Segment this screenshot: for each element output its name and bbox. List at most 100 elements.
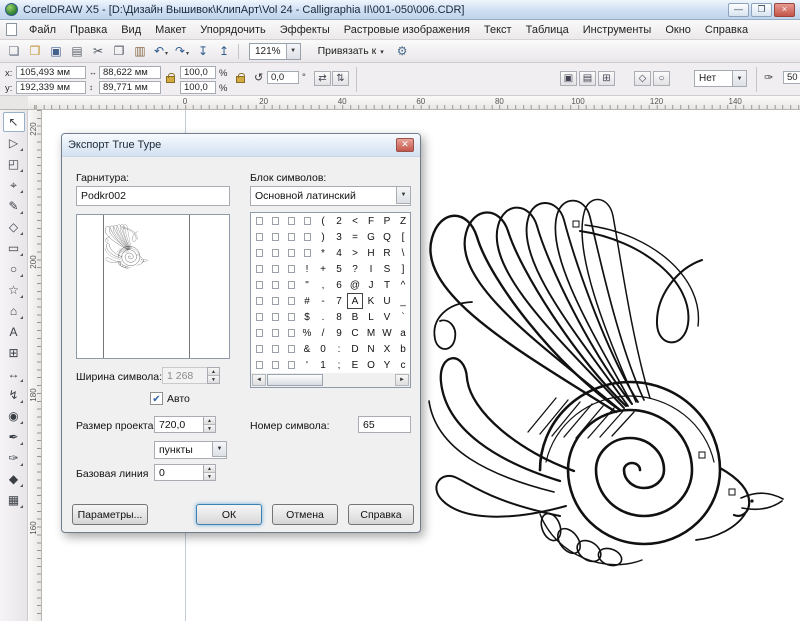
mirror-vertical-button[interactable]: ⇅ xyxy=(332,71,349,86)
char-cell[interactable] xyxy=(283,341,299,357)
propbar-icon[interactable]: ▤ xyxy=(579,71,596,86)
char-cell[interactable] xyxy=(251,325,267,341)
new-document-icon[interactable]: ❏ xyxy=(4,42,24,60)
char-cell[interactable]: O xyxy=(363,357,379,373)
y-position-field[interactable]: 192,339 мм xyxy=(16,81,86,94)
ellipse-tool-icon[interactable]: ○ xyxy=(3,259,25,279)
scroll-thumb[interactable] xyxy=(267,374,323,386)
char-cell[interactable]: U xyxy=(379,293,395,309)
menu-item[interactable]: Окно xyxy=(658,22,698,38)
snap-to-dropdown[interactable]: Привязать к xyxy=(315,44,387,58)
shape-tool-icon[interactable]: ▷ xyxy=(3,133,25,153)
char-cell[interactable]: L xyxy=(363,309,379,325)
char-cell[interactable]: " xyxy=(299,277,315,293)
char-cell[interactable]: ] xyxy=(395,261,411,277)
char-cell[interactable] xyxy=(299,229,315,245)
menu-item[interactable]: Таблица xyxy=(519,22,576,38)
propbar-icon[interactable]: ◇ xyxy=(634,71,651,86)
char-cell[interactable]: / xyxy=(315,325,331,341)
smart-fill-tool-icon[interactable]: ◇ xyxy=(3,217,25,237)
maximize-button[interactable]: ❐ xyxy=(751,3,772,17)
char-cell[interactable] xyxy=(267,277,283,293)
char-cell[interactable] xyxy=(251,357,267,373)
char-cell[interactable]: Z xyxy=(395,213,411,229)
units-select[interactable]: пункты xyxy=(154,441,227,459)
minimize-button[interactable]: — xyxy=(728,3,749,17)
menu-item[interactable]: Макет xyxy=(148,22,193,38)
lock-ratio-icon[interactable] xyxy=(166,76,175,83)
char-cell[interactable]: A xyxy=(347,293,363,309)
char-cell[interactable]: ( xyxy=(315,213,331,229)
rotation-angle-field[interactable]: 0,0 xyxy=(267,71,299,84)
char-cell[interactable]: 5 xyxy=(331,261,347,277)
print-icon[interactable]: ▤ xyxy=(67,42,87,60)
title-bar[interactable]: CorelDRAW X5 - [D:\Дизайн Вышивок\КлипАр… xyxy=(0,0,800,20)
menu-item[interactable]: Справка xyxy=(698,22,755,38)
zoom-level-select[interactable]: 121% xyxy=(249,43,301,60)
help-button[interactable]: Справка xyxy=(348,504,414,525)
char-cell[interactable]: 0 xyxy=(315,341,331,357)
char-cell[interactable]: 2 xyxy=(331,213,347,229)
char-cell[interactable]: V xyxy=(379,309,395,325)
char-cell[interactable]: a xyxy=(395,325,411,341)
design-size-field[interactable]: 720,0 xyxy=(154,416,216,433)
baseline-field[interactable]: 0 xyxy=(154,464,216,481)
char-cell[interactable]: W xyxy=(379,325,395,341)
polygon-tool-icon[interactable]: ☆ xyxy=(3,280,25,300)
char-grid-scrollbar[interactable]: ◄ ► xyxy=(250,373,411,388)
char-cell[interactable]: 8 xyxy=(331,309,347,325)
baseline-spinner[interactable] xyxy=(203,464,216,481)
char-cell[interactable] xyxy=(267,213,283,229)
object-width-field[interactable]: 88,622 мм xyxy=(99,66,161,79)
char-cell[interactable]: E xyxy=(347,357,363,373)
rectangle-tool-icon[interactable]: ▭ xyxy=(3,238,25,258)
vertical-ruler[interactable]: 220200180160 xyxy=(28,110,42,621)
char-cell[interactable]: K xyxy=(363,293,379,309)
x-position-field[interactable]: 105,493 мм xyxy=(16,66,86,79)
chevron-down-icon[interactable] xyxy=(212,441,227,457)
char-cell[interactable] xyxy=(299,245,315,261)
char-cell[interactable]: [ xyxy=(395,229,411,245)
connector-tool-icon[interactable]: ↯ xyxy=(3,385,25,405)
char-cell[interactable] xyxy=(267,309,283,325)
char-cell[interactable]: @ xyxy=(347,277,363,293)
object-height-field[interactable]: 89,771 мм xyxy=(99,81,161,94)
char-cell[interactable]: ` xyxy=(395,309,411,325)
char-cell[interactable]: < xyxy=(347,213,363,229)
lock-icon[interactable] xyxy=(236,76,245,83)
scale-x-field[interactable]: 100,0 xyxy=(180,66,216,79)
char-cell[interactable]: H xyxy=(363,245,379,261)
outline-pen-tool-icon[interactable]: ✑ xyxy=(3,448,25,468)
menu-item[interactable]: Вид xyxy=(114,22,148,38)
import-icon[interactable]: ↧ xyxy=(193,42,213,60)
char-cell[interactable]: 3 xyxy=(331,229,347,245)
dimension-tool-icon[interactable]: ↔ xyxy=(3,364,25,384)
char-cell[interactable] xyxy=(251,245,267,261)
char-cell[interactable]: Y xyxy=(379,357,395,373)
char-cell[interactable] xyxy=(267,293,283,309)
crop-tool-icon[interactable]: ◰ xyxy=(3,154,25,174)
scroll-left-button[interactable]: ◄ xyxy=(252,374,266,386)
export-icon[interactable]: ↥ xyxy=(214,42,234,60)
char-cell[interactable]: c xyxy=(395,357,411,373)
outline-width-select[interactable]: Нет xyxy=(694,70,747,87)
close-button[interactable]: × xyxy=(774,3,795,17)
char-cell[interactable]: : xyxy=(331,341,347,357)
propbar-icon[interactable]: ▣ xyxy=(560,71,577,86)
horizontal-ruler[interactable]: 020406080100120140 xyxy=(28,96,800,110)
font-family-field[interactable]: Podkr002 xyxy=(76,186,230,206)
char-cell[interactable]: 9 xyxy=(331,325,347,341)
char-cell[interactable] xyxy=(267,341,283,357)
char-cell[interactable] xyxy=(283,261,299,277)
char-cell[interactable] xyxy=(251,341,267,357)
char-cell[interactable]: J xyxy=(363,277,379,293)
char-number-field[interactable]: 65 xyxy=(358,416,411,433)
menu-item[interactable]: Эффекты xyxy=(273,22,337,38)
char-cell[interactable] xyxy=(251,309,267,325)
zoom-tool-icon[interactable]: ⌖ xyxy=(3,175,25,195)
char-cell[interactable]: F xyxy=(363,213,379,229)
char-cell[interactable]: D xyxy=(347,341,363,357)
propbar-icon[interactable]: ⊞ xyxy=(598,71,615,86)
char-cell[interactable] xyxy=(283,213,299,229)
char-cell[interactable]: ' xyxy=(299,357,315,373)
